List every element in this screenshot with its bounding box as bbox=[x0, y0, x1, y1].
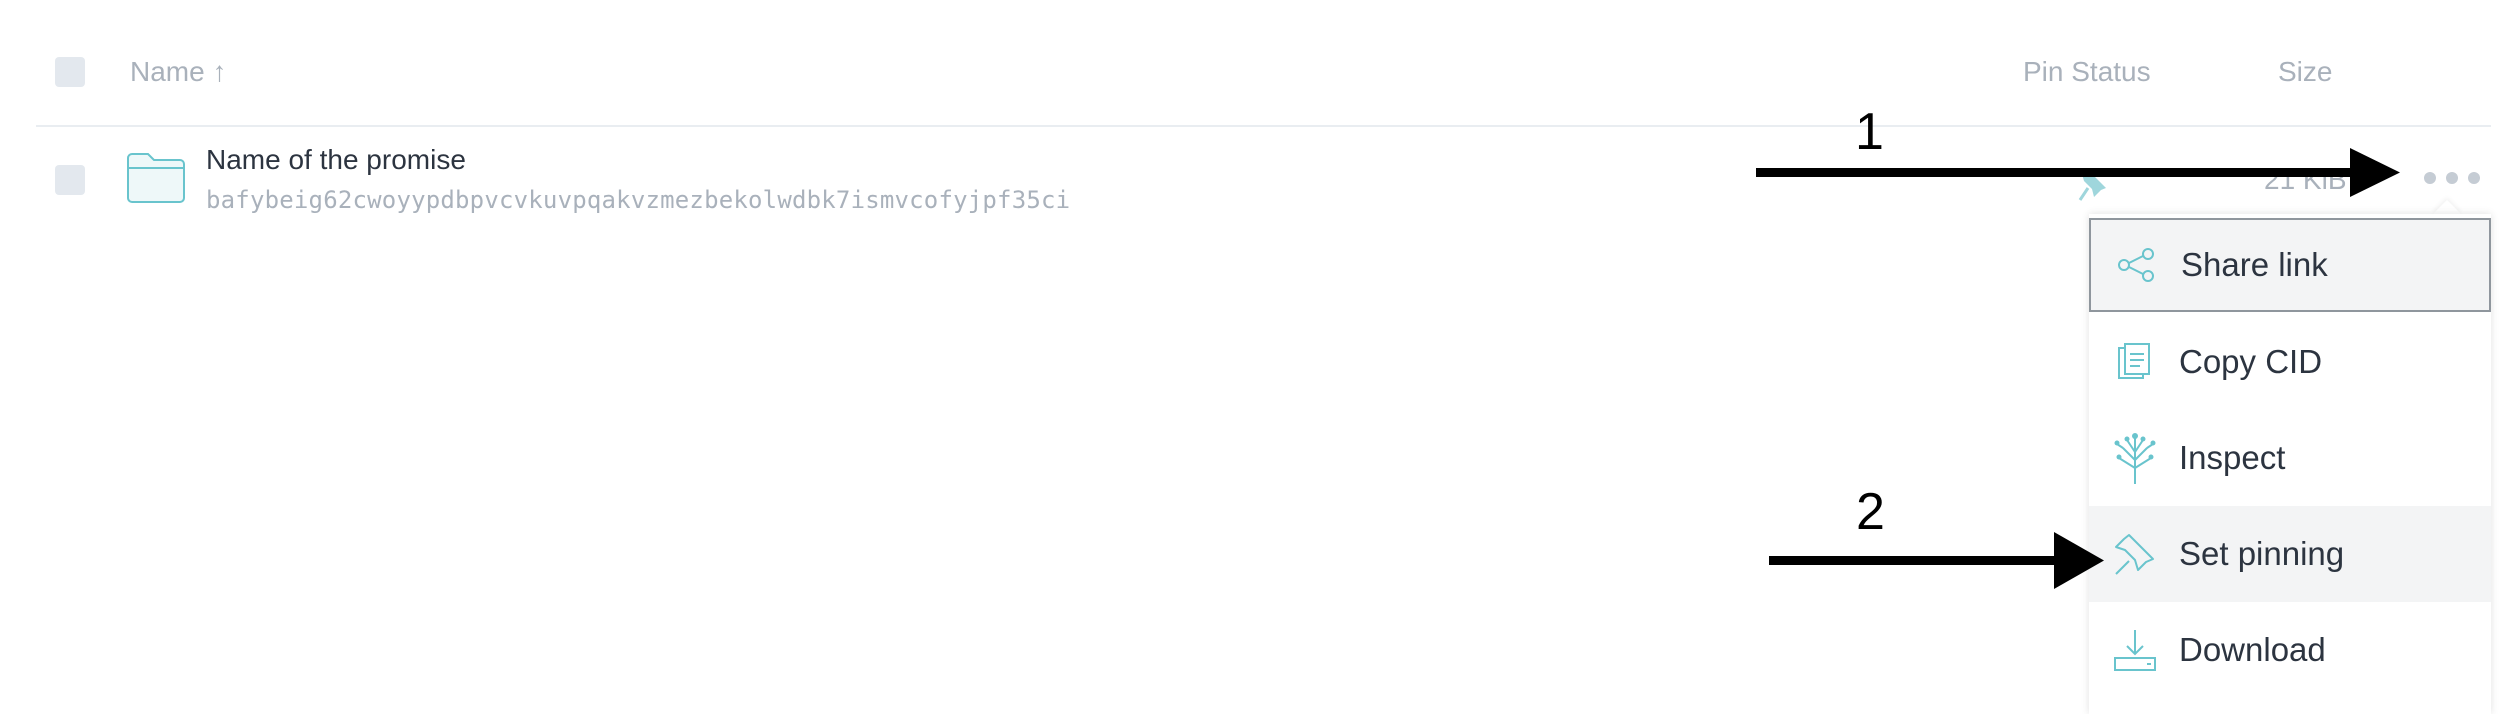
annotation-arrows bbox=[1756, 148, 2400, 589]
arrow-2 bbox=[1769, 532, 2104, 589]
annotation-number-1: 1 bbox=[1855, 103, 1884, 161]
arrow-1 bbox=[1756, 148, 2400, 197]
annotation-number-2: 2 bbox=[1856, 483, 1885, 541]
